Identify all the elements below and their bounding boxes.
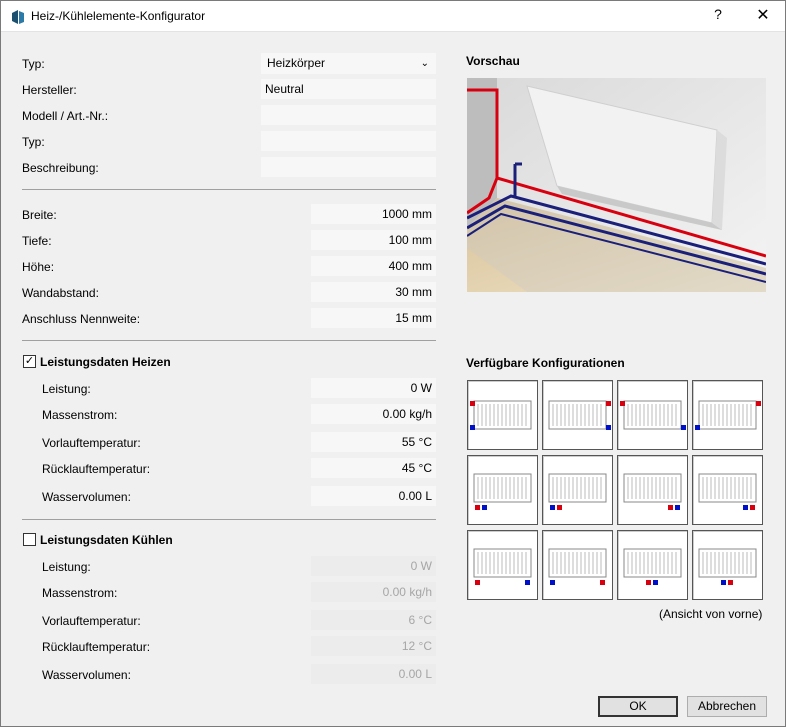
config-option-bottom-center-pair[interactable] — [617, 530, 688, 600]
heizen-vorlauf-field[interactable]: 55 °C — [311, 432, 436, 452]
kuehlen-checkbox[interactable] — [23, 533, 36, 546]
heizen-wasser-label: Wasservolumen: — [42, 490, 131, 504]
kuehlen-massenstrom-label: Massenstrom: — [42, 586, 118, 600]
kuehlen-vorlauf-label: Vorlauftemperatur: — [42, 614, 141, 628]
radiator-icon — [470, 400, 532, 430]
heizen-section-title: Leistungsdaten Heizen — [40, 355, 171, 369]
heizen-ruecklauf-label: Rücklauftemperatur: — [42, 462, 151, 476]
radiator-icon — [698, 548, 757, 585]
radiator-preview-render — [467, 78, 766, 292]
cancel-button[interactable]: Abbrechen — [687, 696, 767, 717]
window-title: Heiz-/Kühlelemente-Konfigurator — [31, 9, 206, 23]
divider — [22, 519, 436, 520]
beschreibung-label: Beschreibung: — [22, 161, 99, 175]
ok-button[interactable]: OK — [598, 696, 678, 717]
hersteller-label: Hersteller: — [22, 83, 77, 97]
nennweite-label: Anschluss Nennweite: — [22, 312, 141, 326]
wandabstand-field[interactable]: 30 mm — [311, 282, 436, 302]
radiator-icon — [473, 473, 532, 510]
title-bar: Heiz-/Kühlelemente-Konfigurator ? ✕ — [1, 1, 785, 32]
modell-label: Modell / Art.-Nr.: — [22, 109, 109, 123]
preview-title: Vorschau — [466, 54, 520, 68]
breite-field[interactable]: 1000 mm — [311, 204, 436, 224]
heizen-leistung-field[interactable]: 0 W — [311, 378, 436, 398]
configs-note: (Ansicht von vorne) — [659, 607, 763, 621]
wandabstand-label: Wandabstand: — [22, 286, 99, 300]
heizen-checkbox[interactable]: ✓ — [23, 355, 36, 368]
config-option-bottom-center-pair-reversed[interactable] — [692, 530, 763, 600]
radiator-icon — [548, 400, 611, 430]
config-option-bottom-right-pair-reversed[interactable] — [692, 455, 763, 525]
kuehlen-section-title: Leistungsdaten Kühlen — [40, 533, 173, 547]
config-option-bottom-both-ends-reversed[interactable] — [542, 530, 613, 600]
breite-label: Breite: — [22, 208, 57, 222]
kuehlen-vorlauf-field: 6 °C — [311, 610, 436, 630]
config-option-bottom-left-pair[interactable] — [467, 455, 538, 525]
radiator-icon — [620, 400, 686, 430]
modell-field[interactable] — [261, 105, 436, 125]
configurator-window: Heiz-/Kühlelemente-Konfigurator ? ✕ Typ:… — [0, 0, 786, 727]
chevron-down-icon: ⌄ — [420, 58, 429, 69]
preview-image — [467, 78, 766, 292]
config-option-cross-right-top-left-bottom[interactable] — [692, 380, 763, 450]
typ2-label: Typ: — [22, 135, 45, 149]
typ-label: Typ: — [22, 57, 45, 71]
hoehe-field[interactable]: 400 mm — [311, 256, 436, 276]
hoehe-label: Höhe: — [22, 260, 55, 274]
config-option-bottom-both-ends[interactable] — [467, 530, 538, 600]
nennweite-field[interactable]: 15 mm — [311, 308, 436, 328]
config-option-bottom-left-pair-reversed[interactable] — [542, 455, 613, 525]
config-option-cross-left-top-right-bottom[interactable] — [617, 380, 688, 450]
kuehlen-wasser-field: 0.00 L — [311, 664, 436, 684]
divider — [22, 340, 436, 341]
kuehlen-leistung-field: 0 W — [311, 556, 436, 576]
radiator-icon — [698, 473, 757, 510]
kuehlen-ruecklauf-label: Rücklauftemperatur: — [42, 640, 151, 654]
heizen-leistung-label: Leistung: — [42, 382, 91, 396]
kuehlen-wasser-label: Wasservolumen: — [42, 668, 131, 682]
config-option-bottom-right-pair[interactable] — [617, 455, 688, 525]
heizen-massenstrom-label: Massenstrom: — [42, 408, 118, 422]
heizen-massenstrom-field[interactable]: 0.00 kg/h — [311, 404, 436, 424]
configs-title: Verfügbare Konfigurationen — [466, 356, 625, 370]
tiefe-field[interactable]: 100 mm — [311, 230, 436, 250]
config-option-side-left-top-bottom[interactable] — [467, 380, 538, 450]
heizen-vorlauf-label: Vorlauftemperatur: — [42, 436, 141, 450]
close-button[interactable]: ✕ — [749, 5, 777, 27]
kuehlen-massenstrom-field: 0.00 kg/h — [311, 582, 436, 602]
heizen-wasser-field[interactable]: 0.00 L — [311, 486, 436, 506]
kuehlen-leistung-label: Leistung: — [42, 560, 91, 574]
hersteller-field[interactable]: Neutral — [261, 79, 436, 99]
help-button[interactable]: ? — [707, 6, 729, 26]
radiator-icon — [548, 473, 607, 510]
tiefe-label: Tiefe: — [22, 234, 52, 248]
radiator-icon — [623, 548, 682, 585]
typ-select-value: Heizkörper — [267, 56, 326, 70]
radiator-icon — [623, 473, 682, 510]
radiator-icon — [473, 548, 532, 585]
divider — [22, 189, 436, 190]
typ2-field[interactable] — [261, 131, 436, 151]
app-icon — [12, 10, 24, 24]
kuehlen-ruecklauf-field: 12 °C — [311, 636, 436, 656]
config-option-side-right-top-bottom[interactable] — [542, 380, 613, 450]
radiator-icon — [548, 548, 607, 585]
beschreibung-field[interactable] — [261, 157, 436, 177]
typ-select[interactable]: Heizkörper ⌄ — [261, 53, 436, 74]
radiator-icon — [695, 400, 761, 430]
heizen-ruecklauf-field[interactable]: 45 °C — [311, 458, 436, 478]
